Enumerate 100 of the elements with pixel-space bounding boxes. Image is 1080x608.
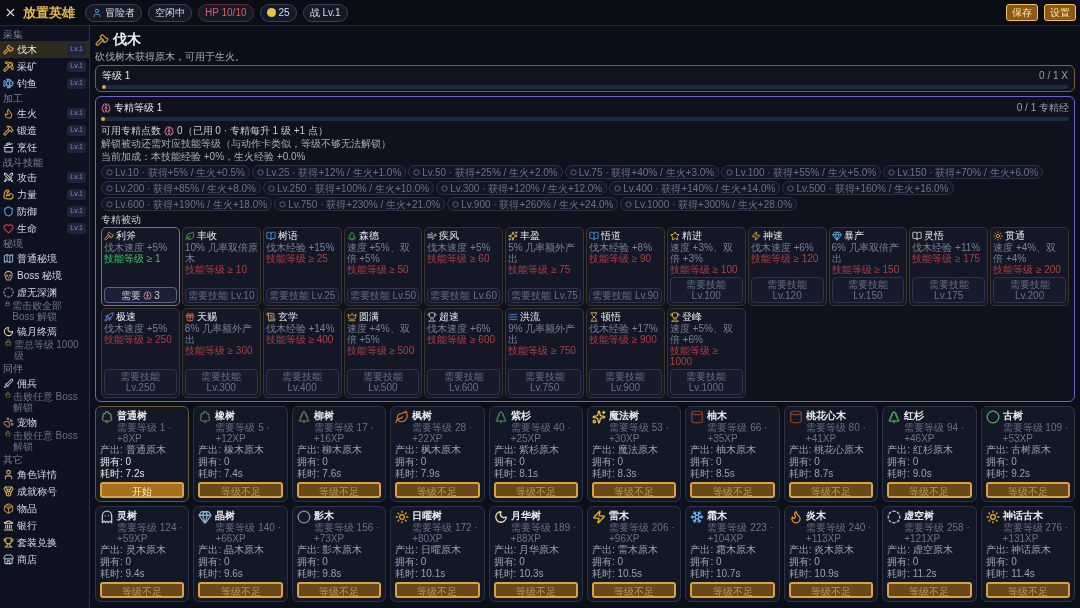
circle-icon bbox=[296, 510, 311, 524]
passive-requirement: 技能等级 ≥ 400 bbox=[265, 334, 335, 345]
sidebar-section-label: 采集 bbox=[2, 28, 24, 41]
tree-name: 红杉 bbox=[904, 410, 926, 422]
passive-requirement: 技能等级 ≥ 25 bbox=[265, 253, 329, 264]
log-icon bbox=[690, 410, 705, 424]
shield-icon bbox=[3, 206, 14, 217]
passive-effect: 速度 +5%、双倍 +5% bbox=[346, 242, 411, 264]
points-value: 0（已用 0 · 专精每升 1 级 +1 点） bbox=[177, 124, 328, 137]
page-description: 砍伐树木获得原木，可用于生火。 bbox=[95, 50, 246, 63]
trophy-icon bbox=[427, 312, 438, 322]
tree-name: 桃花心木 bbox=[805, 410, 847, 422]
ring-icon bbox=[887, 510, 902, 524]
passive-name: 顿悟 bbox=[601, 311, 621, 323]
tree-owned: 拥有: 0 bbox=[788, 456, 821, 468]
sidebar-item-label: 成就称号 bbox=[17, 485, 57, 499]
passive-name: 疾风 bbox=[439, 230, 460, 242]
tree-name: 虚空树 bbox=[904, 510, 936, 522]
sidebar-item[interactable]: 虚无深渊 需击败全部 Boss 解锁 bbox=[0, 284, 89, 323]
sidebar-item-label: 攻击 bbox=[17, 171, 37, 185]
passives-title: 专精被动 bbox=[101, 213, 142, 227]
tree-output: 产出: 枫木原木 bbox=[395, 444, 462, 456]
hourglass-icon bbox=[589, 312, 599, 322]
sidebar-section-label: 加工 bbox=[2, 92, 24, 105]
milestone-chip: Lv.500 · 获得+160% / 生火+16.0% bbox=[782, 181, 954, 195]
passive-effect: 伐木经验 +8% bbox=[589, 242, 654, 253]
passive-effect: 9% 几率额外产出 bbox=[508, 323, 577, 345]
unlock-note: 击败任意 Boss 解锁 bbox=[12, 391, 79, 413]
header-button[interactable]: 保存 bbox=[1006, 4, 1038, 21]
tree-output: 产出: 雷木原木 bbox=[592, 544, 659, 556]
sidebar-item[interactable]: 银行 bbox=[0, 517, 89, 534]
trophy-icon bbox=[3, 537, 14, 548]
sidebar-section-label: 其它 bbox=[2, 453, 24, 466]
tree-name: 灵树 bbox=[117, 510, 138, 522]
tree-owned: 拥有: 0 bbox=[395, 456, 428, 468]
paw-icon bbox=[3, 417, 14, 428]
sidebar-item[interactable]: 物品 bbox=[0, 500, 89, 517]
tree-requirement: 需要等级 124 · +59XP bbox=[117, 522, 184, 544]
tree-requirement: 需要等级 94 · +46XP bbox=[904, 422, 966, 444]
tree-name: 雷木 bbox=[609, 510, 630, 522]
passive-effect: 伐木经验 +17% bbox=[589, 323, 659, 334]
unlock-note: 需击败全部 Boss 解锁 bbox=[12, 300, 64, 322]
ring-icon bbox=[3, 287, 14, 298]
shop-icon bbox=[3, 554, 14, 565]
passive-name: 森德 bbox=[358, 230, 379, 242]
swords-icon bbox=[3, 172, 14, 183]
milestone-chip: Lv.75 · 获得+40% / 生火+3.0% bbox=[564, 165, 720, 179]
sidebar-item[interactable]: 宠物 击败任意 Boss 解锁 bbox=[0, 414, 89, 453]
sidebar-item[interactable]: 套装兑换 bbox=[0, 534, 89, 551]
tree-owned: 拥有: 0 bbox=[887, 456, 920, 468]
tree-time: 耗时: 7.9s bbox=[395, 468, 441, 480]
sidebar-item[interactable]: 镜月终焉 需总等级 1000 级 bbox=[0, 323, 89, 362]
passive-requirement: 技能等级 ≥ 75 bbox=[508, 264, 572, 275]
sidebar-item[interactable]: 角色详情 bbox=[0, 466, 89, 483]
tree-time: 耗时: 9.8s bbox=[296, 568, 343, 580]
person-icon bbox=[3, 469, 14, 480]
sparkle-icon bbox=[592, 410, 606, 424]
milestone-chip: Lv.1000 · 获得+300% / 生火+28.0% bbox=[620, 197, 798, 211]
sidebar-item[interactable]: 商店 bbox=[0, 551, 89, 568]
start-button[interactable]: 开始 bbox=[100, 482, 185, 498]
sidebar-item[interactable]: Boss 秘境 bbox=[0, 267, 89, 284]
sidebar-item[interactable]: 普通秘境 bbox=[0, 250, 89, 267]
tree-owned: 拥有: 0 bbox=[690, 556, 723, 568]
gem-icon bbox=[831, 231, 842, 241]
header-button[interactable]: 设置 bbox=[1044, 4, 1076, 21]
passive-name: 超速 bbox=[439, 311, 460, 323]
sidebar-item[interactable]: 成就称号 bbox=[0, 483, 89, 500]
sidebar-item[interactable]: 佣兵 击败任意 Boss 解锁 bbox=[0, 375, 89, 414]
tree-requirement: 需要等级 80 · +41XP bbox=[805, 422, 867, 444]
passive-name: 登峰 bbox=[681, 311, 702, 323]
trophy-icon bbox=[669, 312, 680, 322]
sun-icon bbox=[993, 231, 1004, 241]
sidebar-item-label: 生火 bbox=[17, 107, 37, 121]
tree-requirement: 需要等级 223 · +104XP bbox=[707, 522, 774, 544]
tree-owned: 拥有: 0 bbox=[690, 456, 723, 468]
tree-owned: 拥有: 0 bbox=[887, 556, 920, 568]
milestone-chip: Lv.150 · 获得+70% / 生火+6.0% bbox=[883, 165, 1044, 179]
passive-requirement: 技能等级 ≥ 500 bbox=[346, 345, 416, 356]
unlock-button[interactable]: 需要 3 bbox=[104, 287, 177, 303]
brain-icon bbox=[143, 290, 153, 300]
sparkle-icon bbox=[508, 231, 519, 241]
tree-output: 产出: 普通原木 bbox=[100, 444, 167, 456]
passive-requirement: 技能等级 ≥ 50 bbox=[346, 264, 410, 275]
close-icon[interactable] bbox=[4, 6, 17, 19]
tree-owned: 拥有: 0 bbox=[198, 456, 231, 468]
tree-time: 耗时: 7.2s bbox=[100, 468, 146, 480]
milestone-chip: Lv.900 · 获得+260% / 生火+24.0% bbox=[447, 197, 619, 211]
moon-icon bbox=[3, 326, 14, 337]
milestone-chip: Lv.50 · 获得+25% / 生火+2.0% bbox=[408, 165, 563, 179]
sidebar-item-label: 采矿 bbox=[17, 60, 37, 74]
sidebar-section-label: 同伴 bbox=[2, 362, 24, 375]
sun-icon bbox=[985, 510, 1000, 524]
tree-name: 霜木 bbox=[707, 510, 729, 522]
tree-owned: 拥有: 0 bbox=[985, 456, 1018, 468]
milestone-chip: Lv.300 · 获得+120% / 生火+12.0% bbox=[436, 181, 608, 195]
star-icon bbox=[669, 231, 680, 241]
tree-name: 紫杉 bbox=[510, 410, 532, 422]
tree-output: 产出: 月华原木 bbox=[493, 544, 561, 556]
passive-name: 暴产 bbox=[843, 230, 864, 242]
tree-owned: 拥有: 0 bbox=[592, 556, 625, 568]
